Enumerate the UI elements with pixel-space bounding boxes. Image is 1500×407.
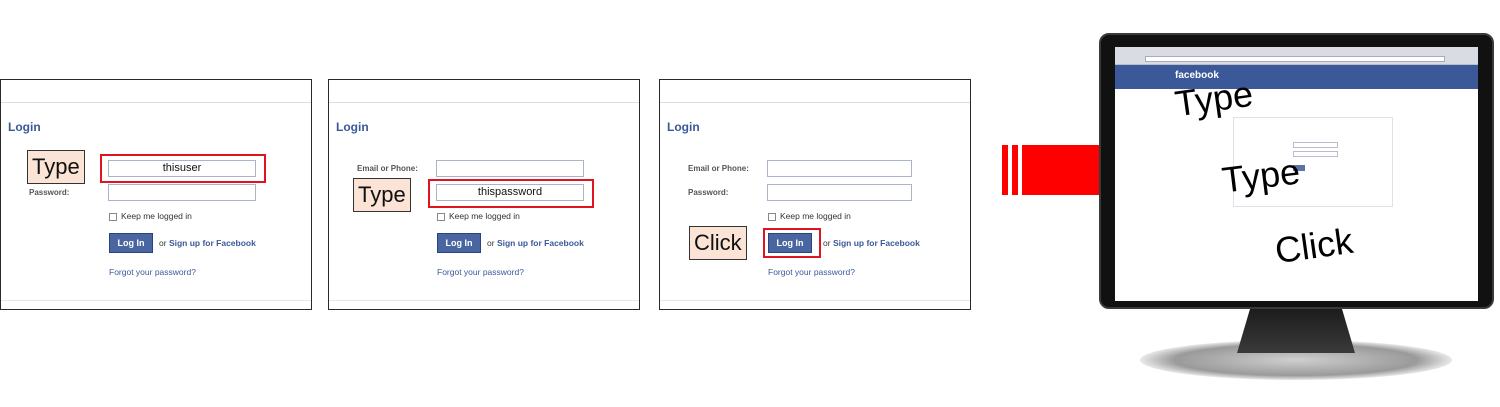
keep-logged-in-checkbox[interactable] (768, 213, 776, 221)
site-header: facebook (1115, 65, 1478, 89)
address-bar (1145, 56, 1445, 62)
signup-link[interactable]: Sign up for Facebook (169, 238, 256, 248)
forgot-password-link[interactable]: Forgot your password? (109, 267, 196, 277)
login-title: Login (8, 120, 41, 134)
or-text: or (159, 238, 167, 248)
keep-logged-in-label: Keep me logged in (121, 211, 192, 221)
keep-logged-in-label: Keep me logged in (449, 211, 520, 221)
action-tag-type: Type (27, 150, 85, 184)
keep-logged-in-label: Keep me logged in (780, 211, 851, 221)
password-label: Password: (688, 188, 729, 197)
login-panel-1: Login Password: Keep me logged in Log In… (0, 79, 312, 310)
divider (660, 102, 970, 103)
signup-link[interactable]: Sign up for Facebook (497, 238, 584, 248)
email-field[interactable] (436, 160, 584, 177)
action-tag-click: Click (689, 226, 747, 260)
password-label: Password: (29, 188, 70, 197)
login-button[interactable]: Log In (768, 233, 812, 253)
email-label: Email or Phone: (688, 164, 749, 173)
keep-logged-in-checkbox[interactable] (437, 213, 445, 221)
or-text: or (823, 238, 831, 248)
signup-link[interactable]: Sign up for Facebook (833, 238, 920, 248)
browser-chrome (1115, 47, 1478, 65)
keep-logged-in-checkbox[interactable] (109, 213, 117, 221)
monitor-stand (1237, 305, 1355, 353)
email-field[interactable] (767, 160, 912, 177)
forgot-password-link[interactable]: Forgot your password? (768, 267, 855, 277)
divider (1, 102, 311, 103)
signup-text: or Sign up for Facebook (159, 238, 256, 248)
login-title: Login (667, 120, 700, 134)
password-field[interactable] (108, 184, 256, 201)
password-field[interactable] (767, 184, 912, 201)
divider (329, 300, 639, 301)
signup-text: or Sign up for Facebook (823, 238, 920, 248)
mini-password-field (1293, 151, 1338, 157)
divider (660, 300, 970, 301)
typed-password: thispassword (477, 186, 543, 198)
login-title: Login (336, 120, 369, 134)
email-label: Email or Phone: (357, 164, 418, 173)
signup-text: or Sign up for Facebook (487, 238, 584, 248)
forgot-password-link[interactable]: Forgot your password? (437, 267, 524, 277)
login-panel-3: Login Email or Phone: Password: Keep me … (659, 79, 971, 310)
login-button[interactable]: Log In (437, 233, 481, 253)
action-tag-type: Type (353, 178, 411, 212)
login-button[interactable]: Log In (109, 233, 153, 253)
login-panel-2: Login Email or Phone: Keep me logged in … (328, 79, 640, 310)
divider (1, 300, 311, 301)
mini-email-field (1293, 142, 1338, 148)
or-text: or (487, 238, 495, 248)
divider (329, 102, 639, 103)
typed-username: thisuser (162, 162, 202, 174)
